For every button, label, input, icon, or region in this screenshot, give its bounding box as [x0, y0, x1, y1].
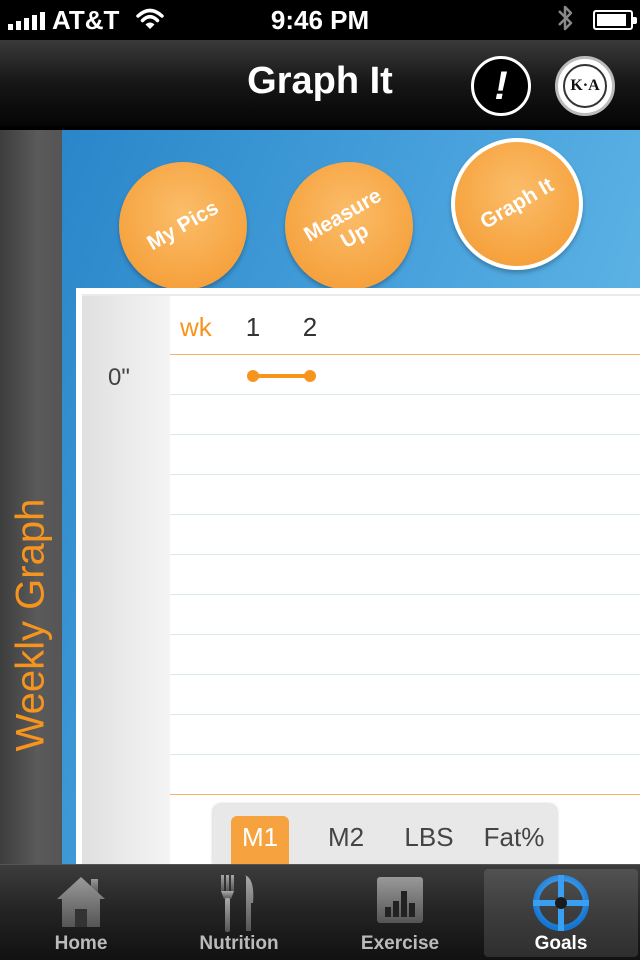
tab-goals[interactable]: Goals [484, 869, 638, 957]
tab-bar: Home Nutrition Exercise Goals [0, 864, 640, 960]
bar-chart-icon [376, 873, 424, 930]
clock-time: 9:46 PM [270, 5, 370, 35]
line-chart [247, 370, 316, 382]
battery-icon [593, 10, 637, 30]
page-title: Graph It [247, 60, 393, 102]
bluetooth-icon [556, 2, 574, 41]
data-point[interactable] [247, 370, 259, 382]
tab-exercise[interactable]: Exercise [323, 869, 477, 957]
segment-m2[interactable]: M2 [311, 816, 381, 864]
data-point[interactable] [304, 370, 316, 382]
tab-home[interactable]: Home [4, 869, 158, 957]
alert-button[interactable]: ! [471, 56, 531, 116]
sidebar: Weekly Graph [0, 130, 62, 864]
brand-logo-icon: K·A [563, 64, 607, 108]
measurement-selector: M1 M2 LBS Fat% [213, 804, 557, 864]
crosshair-icon [531, 873, 591, 938]
segment-lbs[interactable]: LBS [393, 816, 465, 864]
fork-knife-icon [217, 873, 261, 938]
measure-up-button[interactable]: Measure Up [285, 162, 413, 290]
graph-it-label: Graph It [476, 173, 558, 234]
tab-goals-label: Goals [534, 933, 588, 954]
my-pics-label: My Pics [143, 196, 223, 256]
tab-nutrition-label: Nutrition [199, 933, 279, 954]
segment-m1[interactable]: M1 [231, 816, 289, 864]
status-bar: AT&T 9:46 PM [0, 0, 640, 40]
tab-home-label: Home [54, 933, 108, 954]
navigation-bar: Graph It ! K·A [0, 40, 640, 128]
home-icon [55, 873, 107, 934]
sidebar-title: Weekly Graph [8, 498, 53, 752]
tab-exercise-label: Exercise [360, 933, 440, 954]
battery-level [597, 14, 626, 26]
tab-nutrition[interactable]: Nutrition [162, 869, 316, 957]
segment-fat-percent[interactable]: Fat% [477, 816, 551, 864]
graph-it-button[interactable]: Graph It [451, 138, 583, 270]
weekly-graph-card: 0" wk 1 2 M1 M2 LBS Fat% [76, 288, 640, 864]
my-pics-button[interactable]: My Pics [119, 162, 247, 290]
measure-up-label: Measure Up [300, 183, 386, 253]
brand-logo-button[interactable]: K·A [555, 56, 615, 116]
